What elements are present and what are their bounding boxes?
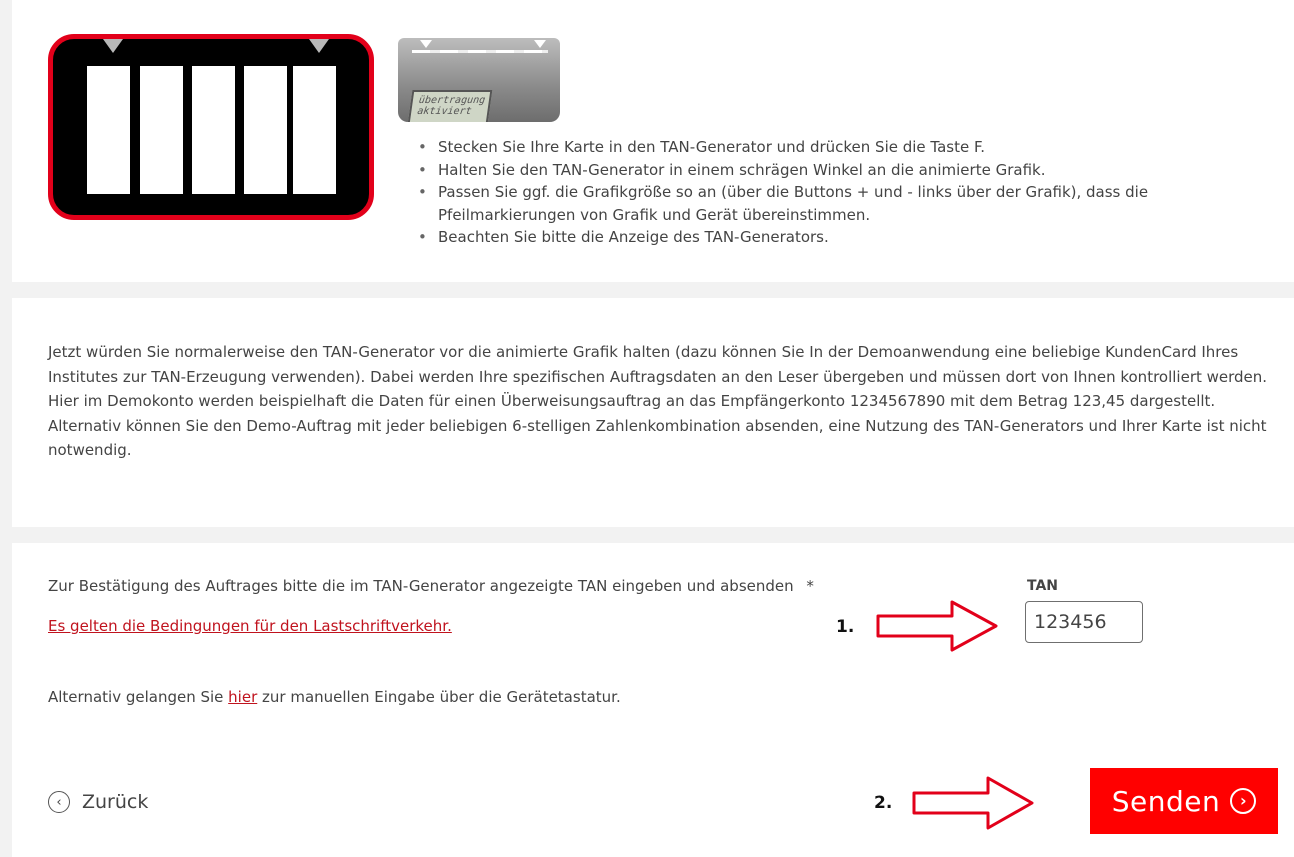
chevron-right-circle-icon: ›: [1230, 788, 1257, 814]
instruction-item: Passen Sie ggf. die Grafikgröße so an (ü…: [418, 181, 1228, 226]
flicker-bar: [192, 66, 235, 194]
device-marker-icon: [420, 40, 432, 48]
instruction-item: Stecken Sie Ihre Karte in den TAN-Genera…: [418, 136, 1258, 159]
section-divider: [0, 282, 1294, 298]
tan-generator-image: übertragung aktiviert: [398, 38, 560, 122]
flicker-code-graphic: [48, 34, 374, 220]
arrow-right-icon: [912, 776, 1034, 830]
page-left-edge: [0, 0, 12, 857]
chevron-left-circle-icon: ‹: [48, 791, 70, 813]
device-marker-icon: [534, 40, 546, 48]
flicker-bar: [87, 66, 130, 194]
send-button[interactable]: Senden ›: [1090, 768, 1278, 834]
step-1-label: 1.: [836, 617, 855, 637]
terms-link[interactable]: Es gelten die Bedingungen für den Lastsc…: [48, 617, 452, 635]
flicker-marker-right-icon: [309, 39, 329, 53]
back-button-label: Zurück: [82, 791, 149, 813]
explanation-text: Jetzt würden Sie normalerweise den TAN-G…: [48, 340, 1288, 463]
instruction-item: Beachten Sie bitte die Anzeige des TAN-G…: [418, 226, 1258, 249]
instruction-list: Stecken Sie Ihre Karte in den TAN-Genera…: [418, 136, 1258, 249]
manual-entry-link[interactable]: hier: [228, 688, 257, 706]
explanation-paragraph: Alternativ können Sie den Demo-Auftrag m…: [48, 416, 1267, 460]
back-button[interactable]: ‹ Zurück: [48, 791, 148, 813]
tan-input[interactable]: [1025, 601, 1143, 643]
send-button-label: Senden: [1111, 784, 1221, 818]
arrow-right-icon: [876, 600, 998, 652]
required-mark: *: [806, 577, 814, 595]
instruction-item: Halten Sie den TAN-Generator in einem sc…: [418, 159, 1258, 182]
alternative-entry-text: Alternativ gelangen Sie hier zur manuell…: [48, 688, 621, 706]
step-2-label: 2.: [874, 793, 893, 813]
tan-label: TAN: [1027, 578, 1059, 594]
alt-text-after: zur manuellen Eingabe über die Gerätetas…: [257, 688, 621, 706]
flicker-bar: [244, 66, 287, 194]
device-display: übertragung aktiviert: [407, 90, 493, 122]
confirm-label: Zur Bestätigung des Auftrages bitte die …: [48, 577, 814, 595]
device-sensor-strip: [412, 50, 548, 53]
flicker-marker-left-icon: [103, 39, 123, 53]
confirm-label-text: Zur Bestätigung des Auftrages bitte die …: [48, 577, 794, 595]
explanation-paragraph: Jetzt würden Sie normalerweise den TAN-G…: [48, 343, 1268, 410]
flicker-bar: [140, 66, 183, 194]
alt-text-before: Alternativ gelangen Sie: [48, 688, 229, 706]
section-divider: [0, 527, 1294, 543]
flicker-bar: [293, 66, 336, 194]
